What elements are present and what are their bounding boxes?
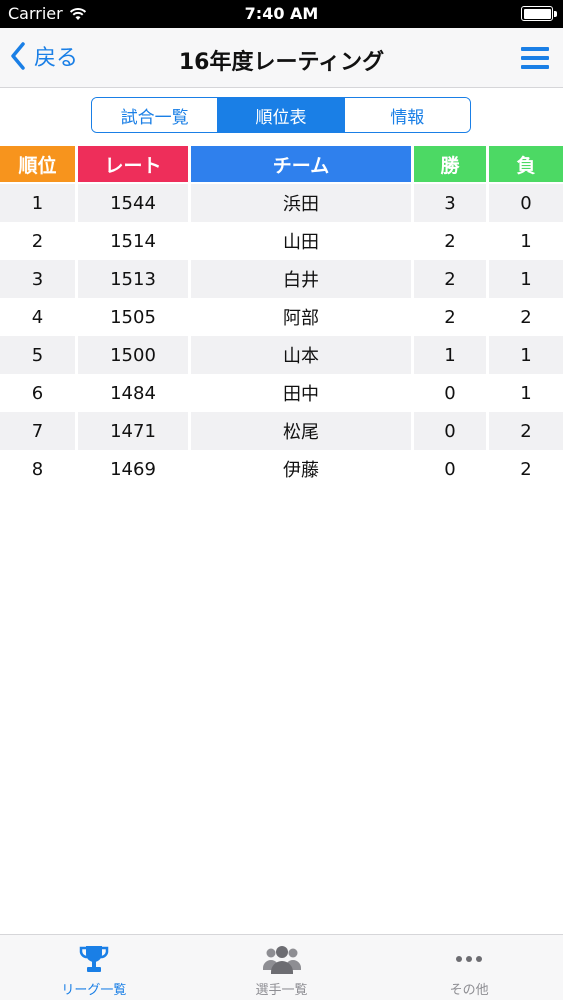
table-row[interactable]: 6 1484 田中 0 1 bbox=[0, 374, 563, 412]
cell-rate: 1471 bbox=[78, 412, 188, 450]
cell-rank: 1 bbox=[0, 184, 75, 222]
header-wins[interactable]: 勝 bbox=[414, 146, 486, 182]
cell-rate: 1513 bbox=[78, 260, 188, 298]
table-row[interactable]: 4 1505 阿部 2 2 bbox=[0, 298, 563, 336]
trophy-icon bbox=[79, 946, 109, 972]
cell-wins: 0 bbox=[414, 374, 486, 412]
more-icon bbox=[456, 956, 483, 962]
cell-team: 伊藤 bbox=[191, 450, 411, 488]
header-losses[interactable]: 負 bbox=[489, 146, 563, 182]
cell-team: 田中 bbox=[191, 374, 411, 412]
table-row[interactable]: 1 1544 浜田 3 0 bbox=[0, 184, 563, 222]
cell-losses: 2 bbox=[489, 412, 563, 450]
cell-wins: 1 bbox=[414, 336, 486, 374]
cell-rank: 2 bbox=[0, 222, 75, 260]
cell-rate: 1514 bbox=[78, 222, 188, 260]
cell-losses: 2 bbox=[489, 298, 563, 336]
tab-league-list-label: リーグ一覧 bbox=[61, 983, 127, 998]
cell-team: 白井 bbox=[191, 260, 411, 298]
cell-rank: 5 bbox=[0, 336, 75, 374]
cell-rate: 1544 bbox=[78, 184, 188, 222]
chevron-left-icon bbox=[11, 42, 25, 70]
cell-team: 山田 bbox=[191, 222, 411, 260]
menu-button[interactable] bbox=[521, 46, 549, 74]
cell-losses: 1 bbox=[489, 336, 563, 374]
cell-losses: 1 bbox=[489, 374, 563, 412]
cell-rank: 6 bbox=[0, 374, 75, 412]
clock: 7:40 AM bbox=[244, 4, 319, 23]
cell-rate: 1500 bbox=[78, 336, 188, 374]
tab-more[interactable]: その他 bbox=[375, 935, 563, 1000]
cell-team: 山本 bbox=[191, 336, 411, 374]
tab-player-list-label: 選手一覧 bbox=[255, 983, 308, 998]
table-row[interactable]: 8 1469 伊藤 0 2 bbox=[0, 450, 563, 488]
cell-team: 浜田 bbox=[191, 184, 411, 222]
cell-losses: 0 bbox=[489, 184, 563, 222]
battery-icon bbox=[521, 6, 557, 21]
cell-rate: 1469 bbox=[78, 450, 188, 488]
cell-wins: 0 bbox=[414, 450, 486, 488]
segmented-control: 試合一覧 順位表 情報 bbox=[91, 97, 471, 133]
table-header-row: 順位 レート チーム 勝 負 bbox=[0, 146, 563, 184]
tab-player-list[interactable]: 選手一覧 bbox=[188, 935, 376, 1000]
header-team[interactable]: チーム bbox=[191, 146, 411, 182]
cell-wins: 2 bbox=[414, 222, 486, 260]
users-icon bbox=[262, 946, 301, 974]
table-row[interactable]: 3 1513 白井 2 1 bbox=[0, 260, 563, 298]
cell-wins: 2 bbox=[414, 260, 486, 298]
cell-rank: 3 bbox=[0, 260, 75, 298]
cell-rank: 7 bbox=[0, 412, 75, 450]
cell-wins: 3 bbox=[414, 184, 486, 222]
segment-info[interactable]: 情報 bbox=[344, 98, 470, 132]
back-label: 戻る bbox=[34, 46, 79, 71]
tab-more-label: その他 bbox=[449, 983, 489, 998]
page-title: 16年度レーティング bbox=[178, 50, 385, 75]
tab-bar: リーグ一覧 選手一覧 その他 bbox=[0, 934, 563, 1000]
cell-team: 阿部 bbox=[191, 298, 411, 336]
cell-losses: 1 bbox=[489, 222, 563, 260]
cell-rank: 8 bbox=[0, 450, 75, 488]
header-rank[interactable]: 順位 bbox=[0, 146, 75, 182]
cell-rate: 1484 bbox=[78, 374, 188, 412]
cell-wins: 2 bbox=[414, 298, 486, 336]
cell-team: 松尾 bbox=[191, 412, 411, 450]
cell-wins: 0 bbox=[414, 412, 486, 450]
standings-table: 順位 レート チーム 勝 負 1 1544 浜田 3 0 2 1514 山田 2… bbox=[0, 146, 563, 488]
segment-standings[interactable]: 順位表 bbox=[218, 98, 345, 132]
back-button[interactable]: 戻る bbox=[10, 40, 78, 72]
cell-rate: 1505 bbox=[78, 298, 188, 336]
tab-league-list[interactable]: リーグ一覧 bbox=[0, 935, 188, 1000]
cell-losses: 2 bbox=[489, 450, 563, 488]
segment-match-list[interactable]: 試合一覧 bbox=[92, 98, 219, 132]
table-row[interactable]: 5 1500 山本 1 1 bbox=[0, 336, 563, 374]
cell-losses: 1 bbox=[489, 260, 563, 298]
status-bar: Carrier 7:40 AM bbox=[0, 0, 563, 28]
header-rate[interactable]: レート bbox=[78, 146, 188, 182]
cell-rank: 4 bbox=[0, 298, 75, 336]
hamburger-icon bbox=[521, 47, 549, 69]
table-row[interactable]: 2 1514 山田 2 1 bbox=[0, 222, 563, 260]
navigation-bar: 戻る 16年度レーティング bbox=[0, 28, 563, 88]
table-row[interactable]: 7 1471 松尾 0 2 bbox=[0, 412, 563, 450]
